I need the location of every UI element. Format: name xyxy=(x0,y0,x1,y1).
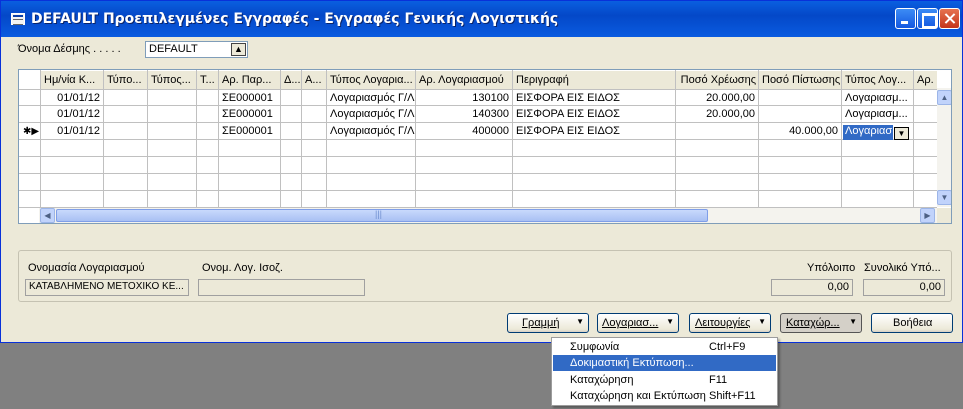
lookup-arrow-icon[interactable]: ▲ xyxy=(231,43,246,56)
minimize-button[interactable] xyxy=(895,8,916,29)
account-button-label: Λογαριασ... xyxy=(602,317,659,329)
column-header[interactable]: Ποσό Πίστωσης xyxy=(759,71,841,89)
cell-credit-amount[interactable] xyxy=(759,91,841,106)
close-button[interactable] xyxy=(939,8,960,29)
cell-document-no[interactable]: ΣΕ000001 xyxy=(219,91,280,106)
functions-button-label: Λειτουργίες xyxy=(695,317,751,329)
cell-date[interactable]: 01/01/12 xyxy=(41,91,103,106)
balance-label: Υπόλοιπο xyxy=(807,262,856,274)
scroll-up-icon[interactable]: ▲ xyxy=(937,90,951,105)
posting-menu-button[interactable]: Καταχώρ... ▼ xyxy=(780,313,862,333)
scrollbar-corner xyxy=(937,208,951,223)
column-header[interactable]: Τύπος Λογαρια... xyxy=(327,71,415,89)
cell-debit-amount[interactable] xyxy=(676,124,758,139)
dropdown-arrow-icon[interactable]: ▼ xyxy=(894,127,909,140)
cell-bal-account-type-active[interactable]: Λογαριασ xyxy=(843,125,893,140)
posting-button-label: Καταχώρ... xyxy=(786,317,840,329)
column-header[interactable]: Αρ. xyxy=(914,71,937,89)
posting-dropdown-menu: Συμφωνία Ctrl+F9 Δοκιμαστική Εκτύπωση...… xyxy=(551,337,778,406)
batch-name-value: DEFAULT xyxy=(149,43,198,55)
balance-field: 0,00 xyxy=(771,279,853,296)
chevron-down-icon: ▼ xyxy=(849,317,857,326)
column-header[interactable]: Τύπος... xyxy=(148,71,196,89)
horizontal-scroll-thumb[interactable] xyxy=(56,209,708,222)
column-header[interactable]: Ποσό Χρέωσης xyxy=(676,71,758,89)
cell-description[interactable]: ΕΙΣΦΟΡΑ ΕΙΣ ΕΙΔΟΣ xyxy=(513,91,675,106)
cell-account-no[interactable]: 400000 xyxy=(416,124,512,139)
menu-item-reconcile[interactable]: Συμφωνία Ctrl+F9 xyxy=(553,339,776,355)
help-button[interactable]: Βοήθεια xyxy=(871,313,953,333)
cell-credit-amount[interactable]: 40.000,00 xyxy=(759,124,841,139)
cell-debit-amount[interactable]: 20.000,00 xyxy=(676,91,758,106)
cell-account-no[interactable]: 140300 xyxy=(416,107,512,122)
chevron-down-icon: ▼ xyxy=(576,317,584,326)
balance-value: 0,00 xyxy=(827,281,849,293)
journal-window: DEFAULT Προεπιλεγμένες Εγγραφές - Εγγραφ… xyxy=(0,0,963,343)
menu-item-label: Συμφωνία xyxy=(570,341,620,353)
vertical-scrollbar[interactable]: ▲ ▼ xyxy=(937,88,951,207)
menu-item-label: Δοκιμαστική Εκτύπωση... xyxy=(570,357,694,369)
account-menu-button[interactable]: Λογαριασ... ▼ xyxy=(597,313,679,333)
scroll-left-icon[interactable]: ◀ xyxy=(40,208,55,223)
functions-menu-button[interactable]: Λειτουργίες ▼ xyxy=(689,313,771,333)
account-name-field: ΚΑΤΑΒΛΗΜΕΝΟ ΜΕΤΟΧΙΚΟ ΚΕ... xyxy=(25,279,189,296)
line-menu-button[interactable]: Γραμμή ▼ xyxy=(507,313,589,333)
cell-account-no[interactable]: 130100 xyxy=(416,91,512,106)
help-button-label: Βοήθεια xyxy=(893,317,933,329)
column-header[interactable]: Ημ/νία Κ... xyxy=(41,71,103,89)
menu-item-label: Καταχώρηση xyxy=(570,374,634,386)
total-balance-value: 0,00 xyxy=(919,281,941,293)
total-balance-field: 0,00 xyxy=(863,279,945,296)
cell-account-type[interactable]: Λογαριασμός Γ/Λ xyxy=(327,124,415,139)
cell-account-type[interactable]: Λογαριασμός Γ/Λ xyxy=(327,107,415,122)
cell-date[interactable]: 01/01/12 xyxy=(41,124,103,139)
column-header[interactable]: Αρ. Λογαριασμού xyxy=(416,71,512,89)
balancing-account-label: Ονομ. Λογ. Ισοζ. xyxy=(202,262,283,274)
chevron-down-icon: ▼ xyxy=(758,317,766,326)
current-row-marker-icon: ✱▶ xyxy=(22,126,40,137)
journal-lines-grid[interactable]: Ημ/νία Κ... Τύπο... Τύπος... Τ... Αρ. Πα… xyxy=(18,69,952,224)
column-header[interactable]: Α... xyxy=(302,71,326,89)
account-name-label: Ονομασία Λογαριασμού xyxy=(28,262,145,274)
cell-description[interactable]: ΕΙΣΦΟΡΑ ΕΙΣ ΕΙΔΟΣ xyxy=(513,107,675,122)
column-header[interactable]: Τύπος Λογ... xyxy=(842,71,913,89)
column-header[interactable]: Περιγραφή xyxy=(513,71,675,89)
horizontal-scrollbar[interactable]: ◀ ▶ xyxy=(39,208,937,223)
line-button-label: Γραμμή xyxy=(522,317,560,329)
cell-debit-amount[interactable]: 20.000,00 xyxy=(676,107,758,122)
menu-item-label: Καταχώρηση και Εκτύπωση xyxy=(570,390,706,402)
menu-item-shortcut: Ctrl+F9 xyxy=(709,341,746,353)
menu-item-post-and-print[interactable]: Καταχώρηση και Εκτύπωση Shift+F11 xyxy=(553,388,776,404)
cell-date[interactable]: 01/01/12 xyxy=(41,107,103,122)
balancing-account-field xyxy=(198,279,365,296)
cell-description[interactable]: ΕΙΣΦΟΡΑ ΕΙΣ ΕΙΔΟΣ xyxy=(513,124,675,139)
maximize-button[interactable] xyxy=(917,8,938,29)
column-header[interactable]: Τύπο... xyxy=(104,71,147,89)
account-name-value: ΚΑΤΑΒΛΗΜΕΝΟ ΜΕΤΟΧΙΚΟ ΚΕ... xyxy=(29,281,184,292)
cell-document-no[interactable]: ΣΕ000001 xyxy=(219,124,280,139)
form-icon xyxy=(11,13,25,25)
cell-credit-amount[interactable] xyxy=(759,107,841,122)
batch-name-label: Όνομα Δέσμης . . . . . xyxy=(18,43,121,55)
menu-item-test-report[interactable]: Δοκιμαστική Εκτύπωση... xyxy=(553,355,776,371)
scroll-down-icon[interactable]: ▼ xyxy=(937,190,951,205)
cell-bal-account-type[interactable]: Λογαριασμ... xyxy=(842,107,913,122)
column-header[interactable]: Δ... xyxy=(281,71,301,89)
total-balance-label: Συνολικό Υπό... xyxy=(864,262,941,274)
chevron-down-icon: ▼ xyxy=(666,317,674,326)
menu-item-shortcut: F11 xyxy=(709,374,728,386)
menu-item-shortcut: Shift+F11 xyxy=(709,390,756,402)
column-header[interactable]: Αρ. Παρ... xyxy=(219,71,280,89)
title-bar[interactable]: DEFAULT Προεπιλεγμένες Εγγραφές - Εγγραφ… xyxy=(1,1,962,37)
cell-account-type[interactable]: Λογαριασμός Γ/Λ xyxy=(327,91,415,106)
scroll-right-icon[interactable]: ▶ xyxy=(920,208,935,223)
window-title: DEFAULT Προεπιλεγμένες Εγγραφές - Εγγραφ… xyxy=(31,11,559,27)
menu-item-post[interactable]: Καταχώρηση F11 xyxy=(553,372,776,388)
column-header[interactable]: Τ... xyxy=(197,71,218,89)
cell-bal-account-type[interactable]: Λογαριασμ... xyxy=(842,91,913,106)
cell-document-no[interactable]: ΣΕ000001 xyxy=(219,107,280,122)
